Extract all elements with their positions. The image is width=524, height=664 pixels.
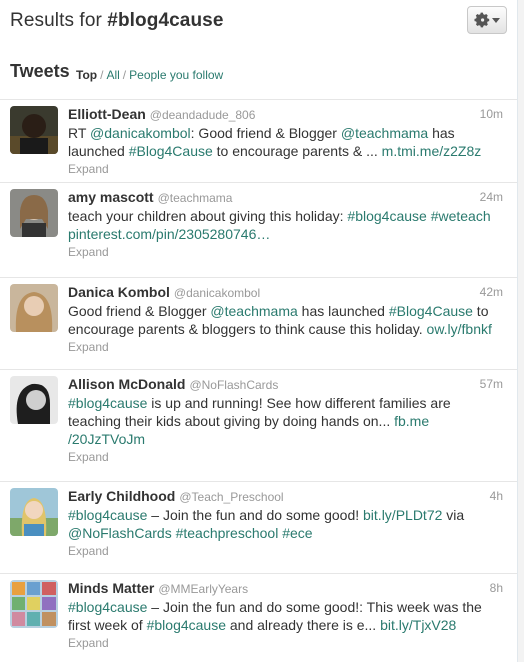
url-link[interactable]: pinterest.com/pin/2305280746…	[68, 226, 270, 242]
tweet-item[interactable]: Early Childhood @Teach_Preschool 4h #blog4…	[0, 482, 517, 574]
tweet-time[interactable]: 42m	[480, 283, 503, 301]
results-query: #blog4cause	[107, 10, 224, 31]
scrollbar[interactable]	[518, 0, 524, 662]
hashtag-link[interactable]: #blog4cause	[68, 599, 147, 615]
tweet-text-segment: has launched	[297, 303, 389, 319]
filter-separator: /	[100, 68, 104, 82]
avatar[interactable]	[10, 106, 58, 154]
hashtag-link[interactable]: #ece	[282, 525, 312, 541]
tweet-time[interactable]: 4h	[490, 487, 503, 505]
filter-top[interactable]: Top	[76, 68, 97, 82]
avatar[interactable]	[10, 580, 58, 628]
hashtag-link[interactable]: #blog4cause	[147, 617, 226, 633]
search-results-panel: Results for #blog4cause Tweets Top / All / P…	[0, 0, 518, 662]
settings-menu-button[interactable]	[467, 6, 507, 34]
author-handle[interactable]: @danicakombol	[174, 286, 260, 300]
avatar[interactable]	[10, 284, 58, 332]
tweet-text: #blog4cause – Join the fun and do some g…	[68, 506, 503, 542]
author-name[interactable]: amy mascott	[68, 189, 154, 205]
tweet-time[interactable]: 24m	[480, 188, 503, 206]
tweet-item[interactable]: amy mascott @teachmama 24m teach your chil…	[0, 183, 517, 278]
tweet-filters: Top / All / People you follow	[76, 68, 223, 82]
tweet-item[interactable]: Minds Matter @MMEarlyYears 8h #blog4cause …	[0, 574, 517, 664]
tweet-text-segment: to encourage parents & ...	[212, 143, 382, 159]
avatar[interactable]	[10, 189, 58, 237]
tweet-text: RT @danicakombol: Good friend & Blogger …	[68, 124, 503, 160]
author-name[interactable]: Allison McDonald	[68, 376, 185, 392]
hashtag-link[interactable]: #blog4cause	[347, 208, 426, 224]
url-link[interactable]: m.tmi.me/z2Z8z	[382, 143, 482, 159]
hashtag-link[interactable]: #Blog4Cause	[389, 303, 473, 319]
hashtag-link[interactable]: #blog4cause	[68, 507, 147, 523]
tweet-text: #blog4cause is up and running! See how d…	[68, 394, 503, 448]
hashtag-link[interactable]: #Blog4Cause	[129, 143, 213, 159]
tweet-text-segment: via	[442, 507, 465, 523]
tweet-item[interactable]: Elliott-Dean @deandadude_806 10m RT @danic…	[0, 100, 517, 183]
author-handle[interactable]: @NoFlashCards	[189, 378, 278, 392]
author-name[interactable]: Elliott-Dean	[68, 106, 146, 122]
tweet-text-segment: : Good friend & Blogger	[190, 125, 341, 141]
tweet-item[interactable]: Allison McDonald @NoFlashCards 57m #blog4c…	[0, 370, 517, 482]
tweet-text: #blog4cause – Join the fun and do some g…	[68, 598, 503, 634]
tweet-text-segment: RT	[68, 125, 91, 141]
expand-link[interactable]: Expand	[68, 245, 503, 260]
author-handle[interactable]: @teachmama	[158, 191, 233, 205]
filter-people-you-follow[interactable]: People you follow	[129, 68, 223, 82]
expand-link[interactable]: Expand	[68, 636, 503, 651]
author-name[interactable]: Danica Kombol	[68, 284, 170, 300]
tweet-time[interactable]: 8h	[490, 579, 503, 597]
results-header: Results for #blog4cause	[0, 0, 517, 47]
author-handle[interactable]: @deandadude_806	[150, 108, 256, 122]
gear-icon	[474, 12, 490, 28]
tweet-text-segment: and already there is e...	[226, 617, 381, 633]
filter-all[interactable]: All	[106, 68, 119, 82]
expand-link[interactable]: Expand	[68, 544, 503, 559]
tweet-text-segment: – Join the fun and do some good!	[147, 507, 364, 523]
tweet-text: teach your children about giving this ho…	[68, 207, 503, 243]
expand-link[interactable]: Expand	[68, 162, 503, 177]
hashtag-link[interactable]: #weteach	[431, 208, 491, 224]
tweet-time[interactable]: 57m	[480, 375, 503, 393]
expand-link[interactable]: Expand	[68, 450, 503, 465]
tweet-text-segment: teach your children about giving this ho…	[68, 208, 348, 224]
hashtag-link[interactable]: #teachpreschool	[176, 525, 279, 541]
mention-link[interactable]: @danicakombol	[90, 125, 191, 141]
author-handle[interactable]: @MMEarlyYears	[158, 582, 248, 596]
mention-link[interactable]: @teachmama	[341, 125, 428, 141]
mention-link[interactable]: @teachmama	[210, 303, 297, 319]
expand-link[interactable]: Expand	[68, 340, 503, 355]
url-link[interactable]: ow.ly/fbnkf	[427, 321, 492, 337]
tweet-text: Good friend & Blogger @teachmama has lau…	[68, 302, 503, 338]
filter-separator: /	[122, 68, 127, 82]
chevron-down-icon	[492, 17, 500, 23]
results-title: Results for #blog4cause	[10, 10, 224, 32]
tweets-title: Tweets	[10, 61, 70, 81]
author-name[interactable]: Minds Matter	[68, 580, 154, 596]
results-title-prefix: Results for	[10, 10, 108, 31]
tweet-time[interactable]: 10m	[480, 105, 503, 123]
tweets-subhead: Tweets Top / All / People you follow	[0, 47, 517, 100]
tweet-item[interactable]: Danica Kombol @danicakombol 42m Good frien…	[0, 278, 517, 370]
mention-link[interactable]: @NoFlashCards	[68, 525, 172, 541]
author-name[interactable]: Early Childhood	[68, 488, 175, 504]
avatar[interactable]	[10, 376, 58, 424]
url-link[interactable]: bit.ly/PLDt72	[363, 507, 442, 523]
author-handle[interactable]: @Teach_Preschool	[179, 490, 283, 504]
url-link[interactable]: bit.ly/TjxV28	[380, 617, 456, 633]
avatar[interactable]	[10, 488, 58, 536]
tweet-text-segment: Good friend & Blogger	[68, 303, 211, 319]
hashtag-link[interactable]: #blog4cause	[68, 395, 147, 411]
